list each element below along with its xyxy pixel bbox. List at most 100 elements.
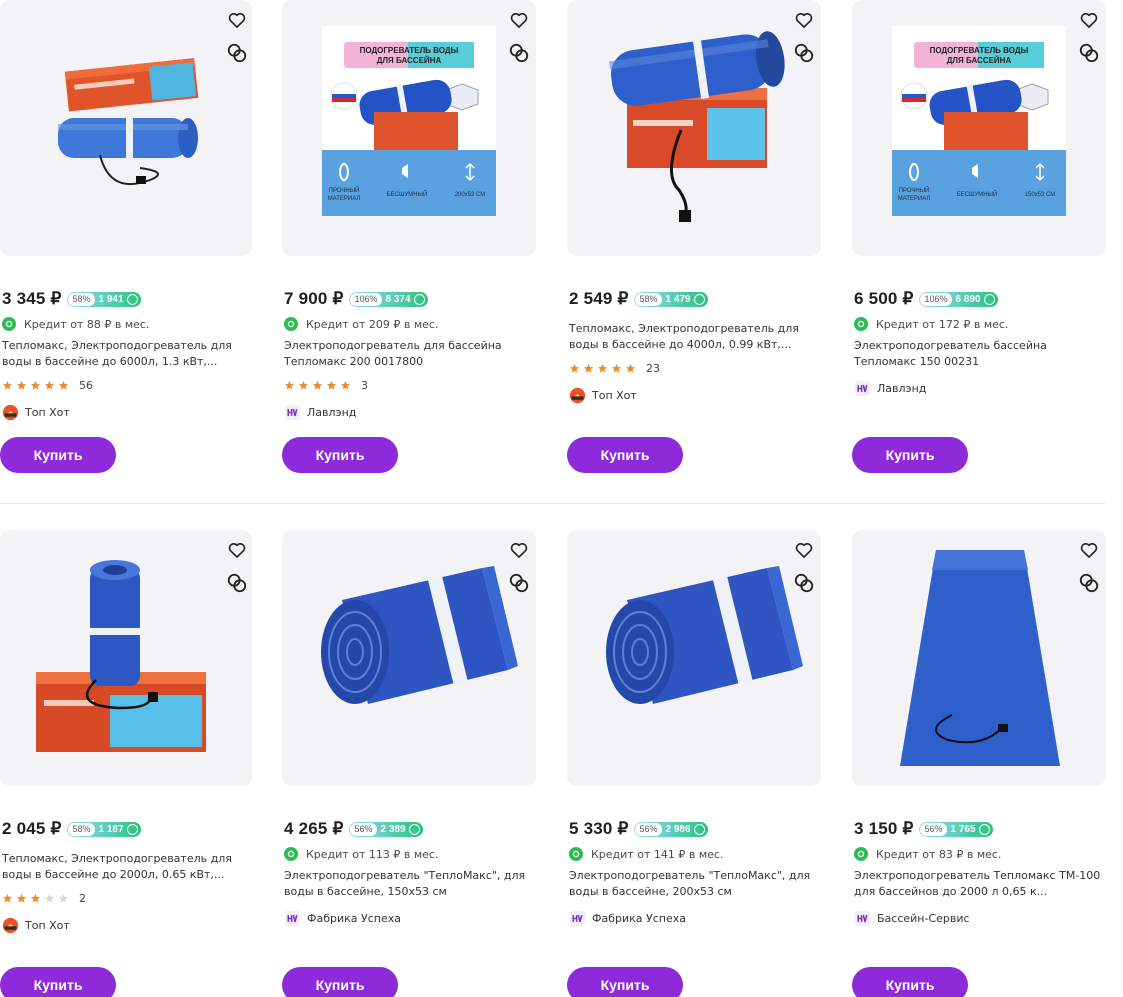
heart-icon[interactable]	[226, 9, 248, 31]
product-title[interactable]: Электроподогреватель бассейна Тепломакс …	[854, 338, 1104, 370]
star-icon	[2, 380, 13, 390]
buy-button[interactable]: Купить	[0, 967, 116, 997]
product-image[interactable]	[0, 530, 252, 786]
star-icon	[583, 363, 594, 373]
product-title[interactable]: Тепломакс, Электроподогреватель для воды…	[569, 321, 819, 353]
row-divider	[0, 503, 1105, 504]
product-card[interactable]: 4 265 ₽ 56% 2 389 Кредит от 113 ₽ в мес.…	[282, 530, 538, 997]
heart-icon[interactable]	[1078, 9, 1100, 31]
product-card[interactable]: 2 549 ₽ 58% 1 479 Тепломакс, Электроподо…	[567, 0, 823, 473]
basseyn-logo-icon	[854, 910, 871, 927]
heart-icon[interactable]	[508, 9, 530, 31]
product-title[interactable]: Тепломакс, Электроподогреватель для воды…	[2, 851, 252, 883]
product-title[interactable]: Электроподогреватель Тепломакс ТМ-100 дл…	[854, 868, 1104, 900]
heart-icon[interactable]	[793, 539, 815, 561]
rating-stars	[2, 893, 69, 904]
star-icon	[44, 893, 55, 903]
credit-offer[interactable]: Кредит от 141 ₽ в мес.	[569, 846, 723, 862]
product-title[interactable]: Электроподогреватель "ТеплоМакс", для во…	[284, 868, 534, 900]
buy-button[interactable]: Купить	[282, 967, 398, 997]
buy-button[interactable]: Купить	[852, 967, 968, 997]
heart-icon[interactable]	[1078, 539, 1100, 561]
product-rating: 3	[284, 378, 368, 392]
credit-offer[interactable]: Кредит от 172 ₽ в мес.	[854, 316, 1008, 332]
credit-offer[interactable]: Кредит от 113 ₽ в мес.	[284, 846, 438, 862]
product-card[interactable]: ПОДОГРЕВАТЕЛЬ ВОДЫ ДЛЯ БАССЕЙНА ПРОЧНЫЙ …	[852, 0, 1108, 473]
heart-icon[interactable]	[226, 539, 248, 561]
bonus-badge: 58% 1 187	[67, 821, 141, 837]
buy-button[interactable]: Купить	[282, 437, 398, 473]
buy-button[interactable]: Купить	[0, 437, 116, 473]
credit-offer[interactable]: Кредит от 209 ₽ в мес.	[284, 316, 438, 332]
seller-name: Фабрика Успеха	[307, 911, 401, 925]
compare-icon[interactable]	[1078, 42, 1100, 64]
product-card[interactable]: 3 150 ₽ 56% 1 765 Кредит от 83 ₽ в мес. …	[852, 530, 1108, 997]
review-count: 56	[79, 378, 93, 392]
bonus-coin-icon	[978, 823, 990, 835]
seller[interactable]: Топ Хот	[569, 386, 637, 404]
svg-text:ПРОЧНЫЙ: ПРОЧНЫЙ	[899, 186, 930, 194]
compare-icon[interactable]	[793, 42, 815, 64]
seller[interactable]: Лавлэнд	[284, 403, 356, 421]
credit-offer[interactable]: Кредит от 88 ₽ в мес.	[2, 316, 149, 332]
product-title[interactable]: Электроподогреватель "ТеплоМакс", для во…	[569, 868, 819, 900]
compare-icon[interactable]	[1078, 572, 1100, 594]
product-price: 6 500 ₽	[854, 289, 914, 308]
product-row: 2 045 ₽ 58% 1 187 Тепломакс, Электроподо…	[0, 530, 1123, 997]
product-image[interactable]	[567, 530, 821, 786]
seller[interactable]: Лавлэнд	[854, 379, 926, 397]
buy-button[interactable]: Купить	[852, 437, 968, 473]
star-icon	[326, 380, 337, 390]
svg-text:200х53 СМ: 200х53 СМ	[455, 192, 486, 198]
seller[interactable]: Топ Хот	[2, 916, 70, 934]
seller[interactable]: Фабрика Успеха	[569, 909, 686, 927]
star-icon	[284, 380, 295, 390]
product-image[interactable]: ПОДОГРЕВАТЕЛЬ ВОДЫ ДЛЯ БАССЕЙНА ПРОЧНЫЙ …	[852, 0, 1106, 256]
product-image[interactable]	[0, 0, 252, 256]
bonus-badge: 58% 1 479	[634, 291, 708, 307]
bonus-coin-icon	[408, 823, 420, 835]
seller-name: Топ Хот	[25, 405, 70, 419]
star-icon	[30, 380, 41, 390]
compare-icon[interactable]	[508, 572, 530, 594]
buy-button[interactable]: Купить	[567, 437, 683, 473]
seller[interactable]: Бассейн-Сервис	[854, 909, 970, 927]
star-icon	[625, 363, 636, 373]
product-image[interactable]	[282, 530, 536, 786]
review-count: 23	[646, 361, 660, 375]
bonus-badge: 106% 8 374	[349, 291, 428, 307]
bonus-badge: 56% 2 389	[349, 821, 423, 837]
heart-icon[interactable]	[793, 9, 815, 31]
compare-icon[interactable]	[508, 42, 530, 64]
seller-name: Бассейн-Сервис	[877, 911, 970, 925]
lavland-logo-icon	[284, 404, 301, 421]
seller[interactable]: Фабрика Успеха	[284, 909, 401, 927]
fabrika-logo-icon	[569, 910, 586, 927]
bonus-coin-icon	[413, 293, 425, 305]
product-image[interactable]	[567, 0, 821, 256]
credit-icon	[854, 847, 868, 861]
product-image[interactable]	[852, 530, 1106, 786]
product-card[interactable]: ПОДОГРЕВАТЕЛЬ ВОДЫ ДЛЯ БАССЕЙНА ПРОЧНЫЙ …	[282, 0, 538, 473]
compare-icon[interactable]	[226, 572, 248, 594]
price-line: 5 330 ₽ 56% 2 986	[569, 818, 708, 840]
star-icon	[30, 893, 41, 903]
credit-offer[interactable]: Кредит от 83 ₽ в мес.	[854, 846, 1001, 862]
product-title[interactable]: Тепломакс, Электроподогреватель для воды…	[2, 338, 252, 370]
product-card[interactable]: 5 330 ₽ 56% 2 986 Кредит от 141 ₽ в мес.…	[567, 530, 823, 997]
seller[interactable]: Топ Хот	[2, 403, 70, 421]
credit-text: Кредит от 172 ₽ в мес.	[876, 317, 1009, 331]
product-image[interactable]: ПОДОГРЕВАТЕЛЬ ВОДЫ ДЛЯ БАССЕЙНА ПРОЧНЫЙ …	[282, 0, 536, 256]
product-title[interactable]: Электроподогреватель для бассейна Теплом…	[284, 338, 534, 370]
star-icon	[58, 380, 69, 390]
price-line: 6 500 ₽ 106% 6 890	[854, 288, 998, 310]
heart-icon[interactable]	[508, 539, 530, 561]
product-card[interactable]: 3 345 ₽ 58% 1 941 Кредит от 88 ₽ в мес. …	[0, 0, 256, 473]
compare-icon[interactable]	[793, 572, 815, 594]
star-icon	[16, 893, 27, 903]
price-line: 4 265 ₽ 56% 2 389	[284, 818, 423, 840]
compare-icon[interactable]	[226, 42, 248, 64]
credit-text: Кредит от 83 ₽ в мес.	[876, 847, 1002, 861]
product-card[interactable]: 2 045 ₽ 58% 1 187 Тепломакс, Электроподо…	[0, 530, 256, 997]
buy-button[interactable]: Купить	[567, 967, 683, 997]
